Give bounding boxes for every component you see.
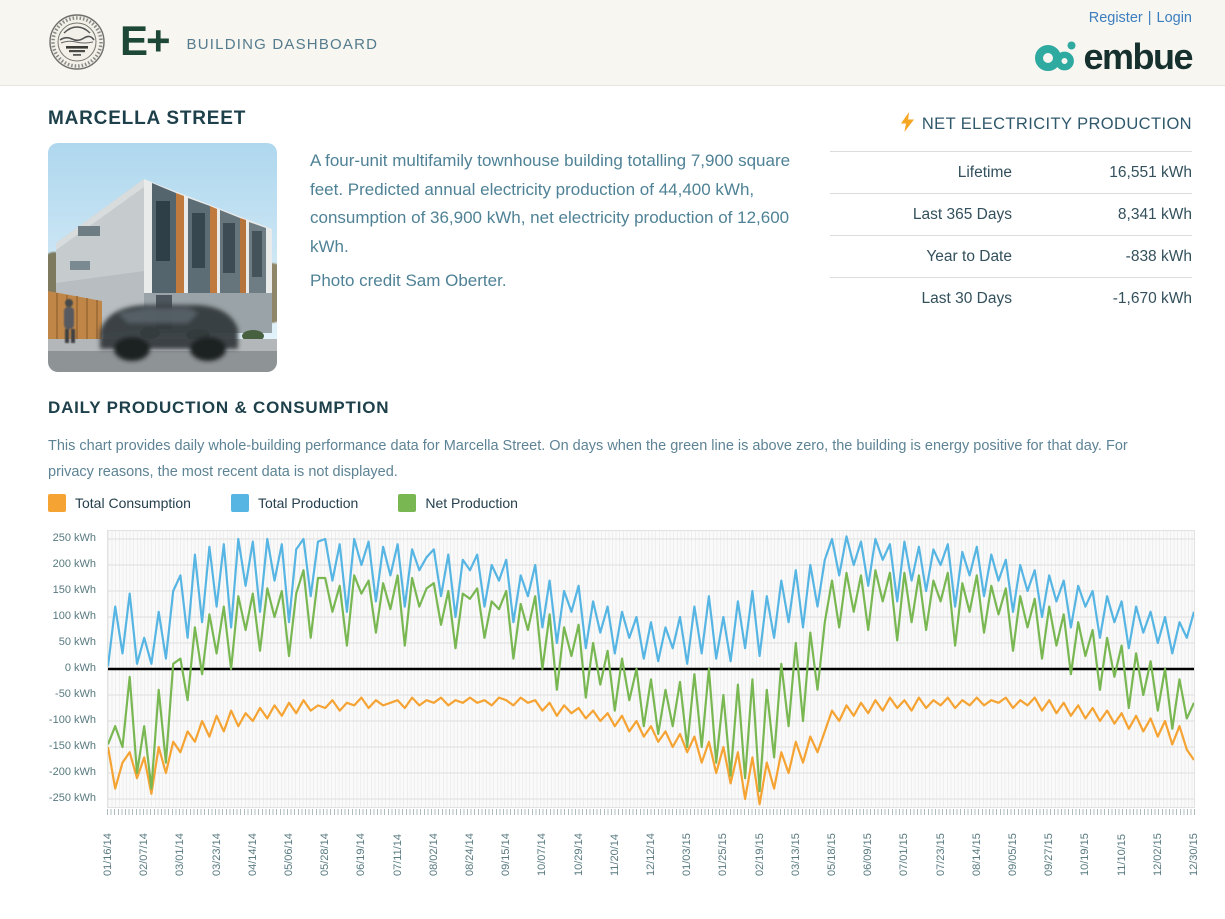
page: E+ BUILDING DASHBOARD Register | Login emb… (0, 0, 1225, 919)
series-net-production (108, 570, 1194, 791)
header: E+ BUILDING DASHBOARD Register | Login emb… (0, 0, 1225, 86)
stats-value: 16,551 kWh (1012, 164, 1192, 182)
login-link[interactable]: Login (1157, 10, 1192, 26)
stats-label: Last 30 Days (830, 290, 1012, 308)
stats-value: 8,341 kWh (1012, 206, 1192, 224)
x-axis-label: 10/29/14 (573, 833, 585, 876)
x-axis-label: 03/23/14 (211, 833, 223, 876)
x-axis-label: 10/19/15 (1079, 833, 1091, 876)
y-axis-label: 200 kWh (0, 558, 96, 570)
y-axis-label: -250 kWh (0, 792, 96, 804)
building-description: A four-unit multifamily townhouse buildi… (310, 147, 815, 261)
stats-label: Lifetime (830, 164, 1012, 182)
chart-description: This chart provides daily whole-building… (48, 433, 1158, 485)
x-axis-label: 11/10/15 (1116, 834, 1128, 876)
app-title: BUILDING DASHBOARD (187, 36, 379, 53)
x-axis-label: 01/25/15 (717, 833, 729, 876)
x-axis-label: 04/14/14 (247, 833, 259, 876)
series-total-consumption (108, 698, 1194, 805)
building-photo (48, 143, 277, 372)
stats-row: Lifetime 16,551 kWh (830, 151, 1192, 193)
consumption-swatch (48, 494, 66, 512)
x-axis-label: 12/30/15 (1188, 833, 1200, 876)
x-axis-label: 10/07/14 (536, 833, 548, 876)
x-axis-ticks (107, 809, 1195, 815)
y-axis-label: 0 kWh (0, 662, 96, 674)
x-axis-label: 06/19/14 (355, 833, 367, 876)
x-axis-label: 07/23/15 (935, 833, 947, 876)
x-axis-label: 08/02/14 (428, 833, 440, 876)
y-axis-label: -150 kWh (0, 740, 96, 752)
legend-item-consumption: Total Consumption (48, 494, 191, 512)
x-axis-label: 05/06/14 (283, 833, 295, 876)
legend-label: Net Production (425, 495, 518, 511)
boston-seal-icon (48, 11, 106, 76)
x-axis-label: 12/02/15 (1152, 833, 1164, 876)
x-axis-label: 09/05/15 (1007, 833, 1019, 876)
embue-logo: embue (1033, 34, 1192, 81)
eplus-logo: E+ (120, 17, 169, 65)
x-axis-label: 02/07/14 (138, 833, 150, 876)
y-axis-label: 250 kWh (0, 532, 96, 544)
y-axis-label: 50 kWh (0, 636, 96, 648)
legend-label: Total Consumption (75, 495, 191, 511)
production-swatch (231, 494, 249, 512)
stats-title: NET ELECTRICITY PRODUCTION (922, 115, 1192, 134)
plot-area (107, 530, 1195, 808)
stats-value: -838 kWh (1012, 248, 1192, 266)
legend-item-production: Total Production (231, 494, 358, 512)
x-axis-label: 09/27/15 (1043, 833, 1055, 876)
auth-separator: | (1148, 10, 1152, 26)
y-axis-label: -50 kWh (0, 688, 96, 700)
chart-section-title: DAILY PRODUCTION & CONSUMPTION (48, 398, 389, 418)
photo-credit: Photo credit Sam Oberter. (310, 271, 507, 291)
stats-label: Year to Date (830, 248, 1012, 266)
lightning-bolt-icon (901, 112, 914, 137)
x-axis-label: 12/12/14 (645, 833, 657, 876)
legend-item-net: Net Production (398, 494, 518, 512)
stats-label: Last 365 Days (830, 206, 1012, 224)
x-axis-label: 01/03/15 (681, 833, 693, 876)
embue-wordmark: embue (1083, 36, 1192, 78)
net-production-panel: NET ELECTRICITY PRODUCTION Lifetime 16,5… (830, 112, 1192, 319)
x-axis-label: 11/20/14 (609, 834, 621, 876)
y-axis-label: -200 kWh (0, 766, 96, 778)
y-axis-label: -100 kWh (0, 714, 96, 726)
x-axis-label: 08/14/15 (971, 833, 983, 876)
net-swatch (398, 494, 416, 512)
register-link[interactable]: Register (1089, 10, 1143, 26)
x-axis-label: 07/01/15 (898, 833, 910, 876)
x-axis-label: 01/16/14 (102, 833, 114, 876)
x-axis-label: 03/01/14 (174, 833, 186, 876)
embue-rings-icon (1033, 34, 1079, 81)
y-axis-label: 100 kWh (0, 610, 96, 622)
x-axis-label: 09/15/14 (500, 833, 512, 876)
x-axis-label: 03/13/15 (790, 833, 802, 876)
x-axis-label: 07/11/14 (392, 834, 404, 876)
building-name: MARCELLA STREET (48, 108, 246, 130)
daily-chart: 250 kWh 200 kWh 150 kWh 100 kWh 50 kWh 0 kWh -… (0, 530, 1225, 890)
y-axis-label: 150 kWh (0, 584, 96, 596)
stats-row: Year to Date -838 kWh (830, 235, 1192, 277)
x-axis-label: 05/18/15 (826, 833, 838, 876)
stats-value: -1,670 kWh (1012, 290, 1192, 308)
x-axis-label: 06/09/15 (862, 833, 874, 876)
chart-legend: Total Consumption Total Production Net P… (48, 494, 558, 512)
stats-row: Last 365 Days 8,341 kWh (830, 193, 1192, 235)
x-axis-label: 05/28/14 (319, 833, 331, 876)
legend-label: Total Production (258, 495, 358, 511)
auth-links: Register | Login (1089, 10, 1192, 26)
x-axis-label: 08/24/14 (464, 833, 476, 876)
stats-row: Last 30 Days -1,670 kWh (830, 277, 1192, 319)
x-axis-label: 02/19/15 (754, 833, 766, 876)
